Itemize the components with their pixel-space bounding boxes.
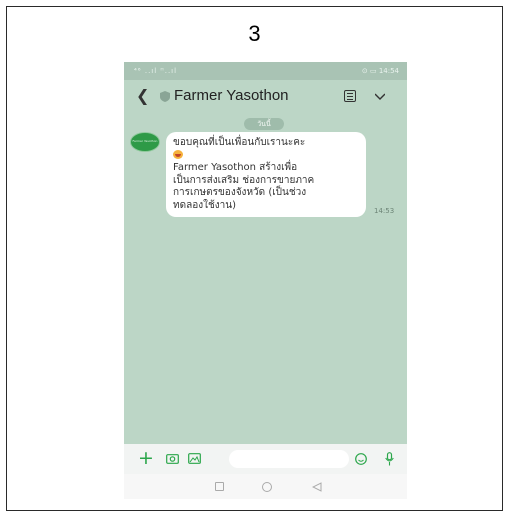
- shield-icon: [160, 91, 170, 102]
- message-bubble[interactable]: ขอบคุณที่เป็นเพื่อนกับเรานะคะ Farmer Yas…: [166, 132, 366, 217]
- avatar[interactable]: Farmer Yasothon: [130, 132, 160, 152]
- nav-back-icon[interactable]: [312, 482, 322, 492]
- message-line: การเกษตรของจังหวัด (เป็นช่วง: [173, 187, 307, 198]
- image-icon[interactable]: [188, 453, 201, 464]
- avatar-label: Farmer Yasothon: [132, 139, 158, 143]
- plus-icon[interactable]: +: [138, 448, 154, 468]
- status-signal: ⁴⁶ ..ıl ᴴ..ıl: [134, 67, 178, 75]
- input-bar: +: [124, 444, 407, 474]
- notes-icon[interactable]: [344, 90, 356, 102]
- recent-apps-icon[interactable]: [215, 482, 224, 491]
- date-separator: วันนี้: [244, 118, 284, 130]
- message-line: ทดลองใช้งาน): [173, 199, 237, 211]
- chevron-down-icon[interactable]: [375, 92, 385, 102]
- system-nav-bar: [124, 474, 407, 499]
- chat-title: Farmer Yasothon: [174, 87, 289, 104]
- mic-icon[interactable]: [385, 452, 394, 466]
- status-bar: ⁴⁶ ..ıl ᴴ..ıl ⊙ ▭ 14:54: [124, 62, 407, 80]
- message-line: เป็นการส่งเสริม ช่องการขายภาค: [173, 174, 315, 186]
- status-time: ⊙ ▭ 14:54: [361, 67, 399, 75]
- message-time: 14:53: [374, 207, 395, 215]
- chat-header: ❮ Farmer Yasothon: [124, 80, 407, 112]
- phone-screen: ⁴⁶ ..ıl ᴴ..ıl ⊙ ▭ 14:54 ❮ Farmer Yasotho…: [124, 62, 407, 499]
- grinning-emoji-icon: [173, 150, 183, 159]
- home-icon[interactable]: [262, 482, 272, 492]
- figure-number: 3: [248, 21, 261, 46]
- message-line: ขอบคุณที่เป็นเพื่อนกับเรานะคะ: [173, 137, 306, 148]
- figure-frame: 3 ⁴⁶ ..ıl ᴴ..ıl ⊙ ▭ 14:54 ❮ Farmer Yasot…: [6, 6, 503, 511]
- message-input[interactable]: [229, 450, 349, 468]
- emoji-icon[interactable]: [355, 453, 367, 465]
- message-line: Farmer Yasothon สร้างเพื่อ: [173, 162, 298, 173]
- camera-icon[interactable]: [166, 453, 179, 464]
- back-chevron-icon[interactable]: ❮: [136, 86, 149, 105]
